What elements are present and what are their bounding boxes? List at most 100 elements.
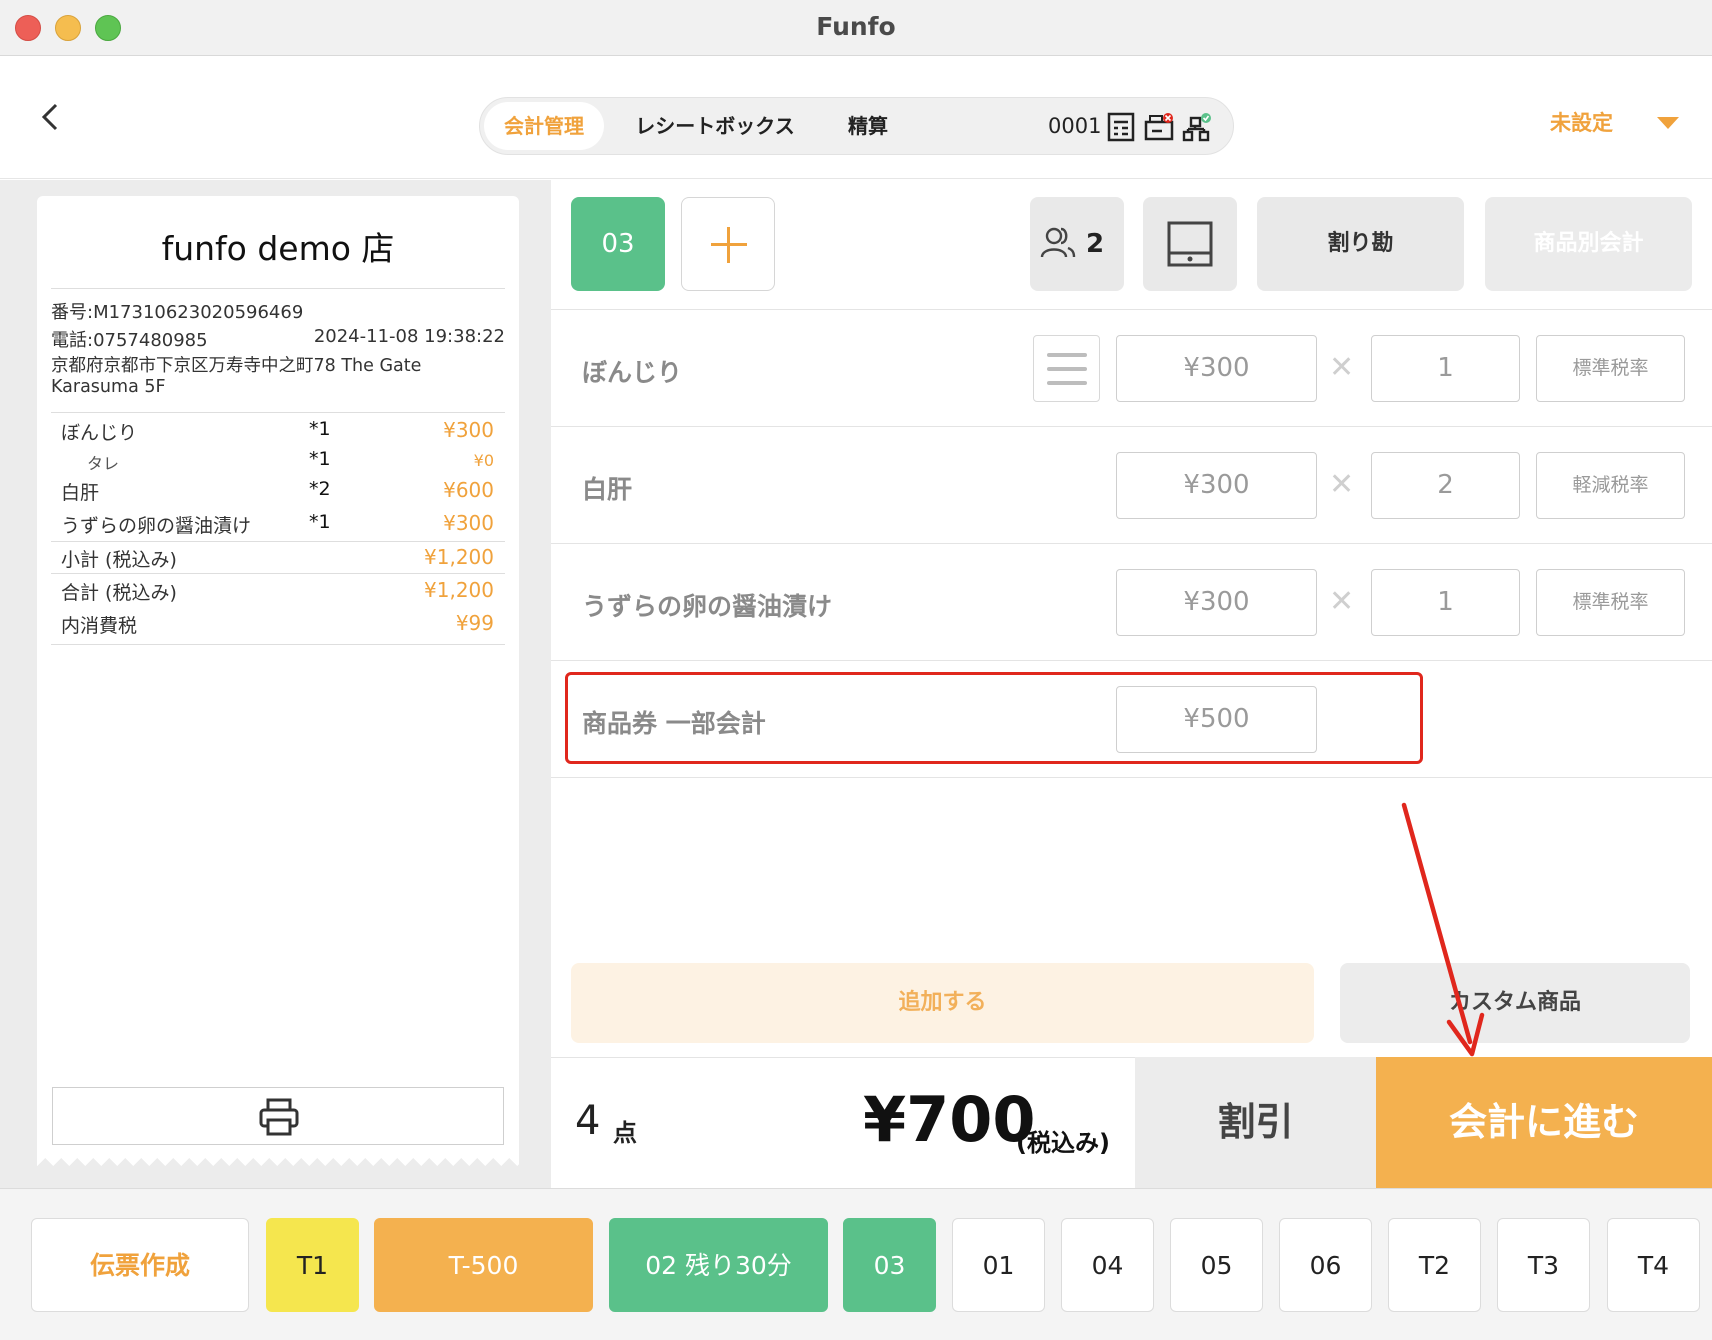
current-order-tab[interactable]: 03 (571, 197, 665, 291)
receipt-number: 番号:M17310623020596469 (51, 302, 304, 323)
table-tab[interactable]: 03 (843, 1218, 936, 1312)
tab-receipt-box[interactable]: レシートボックス (620, 102, 810, 150)
order-line-name: ぼんじり (582, 358, 683, 387)
receipt-item-name: うずらの卵の醤油漬け (61, 515, 252, 537)
menu-icon (1047, 381, 1087, 385)
order-total: ¥700 (863, 1083, 1036, 1156)
receipt-total-label: 合計 (税込み) (61, 582, 177, 604)
tab-accounting[interactable]: 会計管理 (484, 102, 604, 150)
calculator-icon[interactable] (1106, 112, 1136, 142)
receipt-item-amount: ¥300 (443, 511, 494, 535)
item-count: 4 (575, 1098, 601, 1144)
receipt-item-amount: ¥0 (473, 451, 494, 470)
people-icon (1040, 227, 1076, 258)
order-line-name: うずらの卵の醤油漬け (582, 592, 833, 621)
printer-icon (259, 1098, 299, 1136)
header-tab-group: 会計管理 レシートボックス 精算 0001 (479, 97, 1234, 155)
divider (551, 309, 1712, 310)
receipt-item-amount: ¥600 (443, 478, 494, 502)
price-field[interactable]: ¥300 (1116, 452, 1317, 519)
split-bill-button[interactable]: 割り勘 (1257, 197, 1464, 291)
quantity-field[interactable]: 1 (1371, 335, 1520, 402)
table-bar: 伝票作成 T1 T-500 02 残り30分 03 01 04 05 06 T2… (0, 1188, 1712, 1340)
guest-count: 2 (1086, 229, 1105, 259)
divider (551, 543, 1712, 544)
window-title: Funfo (816, 12, 896, 41)
table-tab[interactable]: 01 (952, 1218, 1045, 1312)
cash-drawer-error-icon[interactable] (1144, 112, 1174, 142)
multiply-icon: ✕ (1329, 584, 1355, 619)
divider (51, 412, 505, 413)
table-tab[interactable]: T3 (1497, 1218, 1590, 1312)
divider (51, 644, 505, 645)
quantity-field[interactable]: 2 (1371, 452, 1520, 519)
receipt-tax: ¥99 (455, 611, 494, 635)
store-setting-dropdown[interactable]: 未設定 (1550, 107, 1613, 137)
menu-icon (1047, 367, 1087, 371)
receipt-item-amount: ¥300 (443, 418, 494, 442)
divider (551, 426, 1712, 427)
multiply-icon: ✕ (1329, 350, 1355, 385)
receipt-item-qty: *1 (309, 511, 331, 533)
table-tab[interactable]: 05 (1170, 1218, 1263, 1312)
tax-rate-button[interactable]: 標準税率 (1536, 569, 1685, 636)
print-receipt-button[interactable] (52, 1087, 504, 1145)
receipt-torn-edge (37, 1150, 519, 1166)
network-connected-icon[interactable] (1182, 112, 1212, 142)
table-tab[interactable]: 04 (1061, 1218, 1154, 1312)
table-tab[interactable]: T2 (1388, 1218, 1481, 1312)
receipt-item-qty: *1 (309, 448, 331, 470)
order-summary: 4 点 ¥700 (税込み) (551, 1057, 1135, 1188)
caret-down-icon[interactable] (1657, 117, 1679, 129)
receipt-item-qty: *2 (309, 478, 331, 500)
price-field[interactable]: ¥300 (1116, 569, 1317, 636)
receipt-subtotal-label: 小計 (税込み) (61, 549, 177, 571)
quantity-field[interactable]: 1 (1371, 569, 1520, 636)
divider (51, 573, 505, 574)
cash-drawer-button[interactable] (1143, 197, 1237, 291)
discount-button[interactable]: 割引 (1135, 1057, 1376, 1188)
receipt-store-name: funfo demo 店 (161, 229, 395, 268)
receipt-item-name: 白肝 (61, 482, 100, 504)
divider (51, 541, 505, 542)
receipt-option-name: タレ (87, 454, 120, 473)
menu-icon (1047, 353, 1087, 357)
option-menu-button[interactable] (1033, 335, 1100, 402)
tax-rate-button[interactable]: 標準税率 (1536, 335, 1685, 402)
create-ticket-button[interactable]: 伝票作成 (31, 1218, 249, 1312)
receipt-address: 京都府京都市下京区万寿寺中之町78 The Gate Karasuma 5F (51, 356, 422, 397)
order-total-note: (税込み) (1016, 1129, 1110, 1157)
table-tab[interactable]: 06 (1279, 1218, 1372, 1312)
receipt-preview: funfo demo 店 番号:M17310623020596469 電話:07… (37, 196, 519, 1156)
divider (551, 660, 1712, 661)
tax-rate-button[interactable]: 軽減税率 (1536, 452, 1685, 519)
item-count-unit: 点 (613, 1119, 637, 1147)
multiply-icon: ✕ (1329, 467, 1355, 502)
per-item-checkout-button[interactable]: 商品別会計 (1485, 197, 1692, 291)
price-field[interactable]: ¥300 (1116, 335, 1317, 402)
table-tab[interactable]: T-500 (374, 1218, 593, 1312)
table-tab[interactable]: T4 (1607, 1218, 1700, 1312)
checkout-button[interactable]: 会計に進む (1376, 1057, 1712, 1188)
window-titlebar: Funfo (0, 0, 1712, 56)
divider (51, 288, 505, 289)
back-button[interactable] (36, 97, 66, 137)
tab-settlement[interactable]: 精算 (818, 102, 918, 150)
custom-item-button[interactable]: カスタム商品 (1340, 963, 1690, 1043)
cash-drawer-icon (1167, 221, 1213, 267)
receipt-datetime: 2024-11-08 19:38:22 (313, 326, 505, 347)
add-order-button[interactable] (681, 197, 775, 291)
table-tab[interactable]: 02 残り30分 (609, 1218, 828, 1312)
receipt-tax-label: 内消費税 (61, 615, 138, 637)
receipt-item-name: ぼんじり (61, 422, 138, 444)
order-line-name: 白肝 (582, 475, 633, 504)
receipt-subtotal: ¥1,200 (424, 545, 494, 569)
device-code: 0001 (1048, 114, 1102, 138)
annotation-highlight-box (565, 672, 1423, 764)
guest-count-button[interactable]: 2 (1030, 197, 1124, 291)
table-tab[interactable]: T1 (266, 1218, 359, 1312)
chevron-left-icon (41, 103, 58, 131)
divider (551, 777, 1712, 778)
add-item-button[interactable]: 追加する (571, 963, 1314, 1043)
app-header: 会計管理 レシートボックス 精算 0001 未設定 (0, 57, 1712, 179)
